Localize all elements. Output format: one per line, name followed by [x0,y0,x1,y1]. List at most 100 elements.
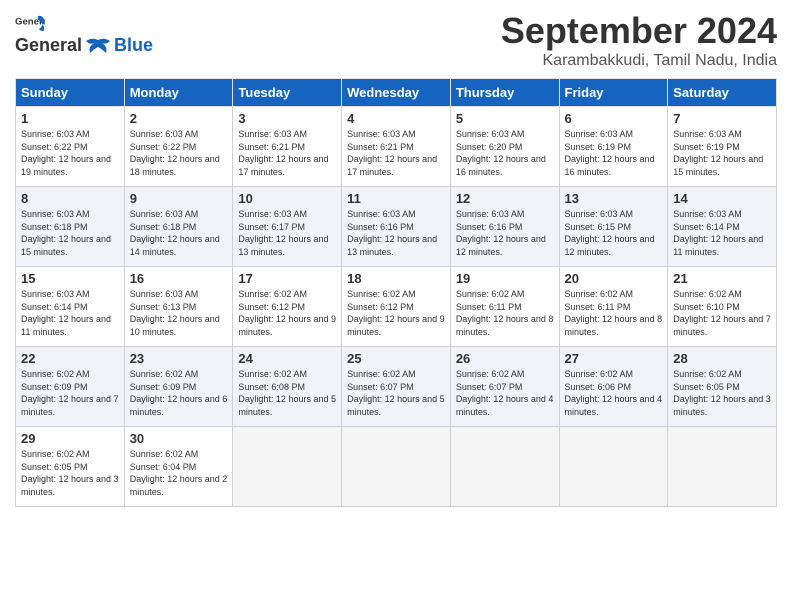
header-thursday: Thursday [450,79,559,107]
day-number: 17 [238,271,336,286]
calendar-table: Sunday Monday Tuesday Wednesday Thursday… [15,78,777,507]
page-header: General General Blue September 2024 Kara… [15,10,777,70]
day-number: 14 [673,191,771,206]
day-number: 21 [673,271,771,286]
table-row: 11 Sunrise: 6:03 AM Sunset: 6:16 PM Dayl… [342,187,451,267]
day-number: 23 [130,351,228,366]
table-row [233,427,342,507]
table-row: 28 Sunrise: 6:02 AM Sunset: 6:05 PM Dayl… [668,347,777,427]
day-info: Sunrise: 6:02 AM Sunset: 6:07 PM Dayligh… [347,369,445,417]
table-row: 18 Sunrise: 6:02 AM Sunset: 6:12 PM Dayl… [342,267,451,347]
table-row: 29 Sunrise: 6:02 AM Sunset: 6:05 PM Dayl… [16,427,125,507]
table-row [559,427,668,507]
day-number: 3 [238,111,336,126]
day-info: Sunrise: 6:02 AM Sunset: 6:06 PM Dayligh… [565,369,663,417]
table-row [342,427,451,507]
day-info: Sunrise: 6:03 AM Sunset: 6:14 PM Dayligh… [21,289,111,337]
calendar-row: 1 Sunrise: 6:03 AM Sunset: 6:22 PM Dayli… [16,107,777,187]
day-number: 18 [347,271,445,286]
location-title: Karambakkudi, Tamil Nadu, India [501,52,777,70]
day-number: 10 [238,191,336,206]
day-info: Sunrise: 6:03 AM Sunset: 6:20 PM Dayligh… [456,129,546,177]
calendar-row: 22 Sunrise: 6:02 AM Sunset: 6:09 PM Dayl… [16,347,777,427]
day-number: 28 [673,351,771,366]
day-number: 29 [21,431,119,446]
header-tuesday: Tuesday [233,79,342,107]
table-row: 6 Sunrise: 6:03 AM Sunset: 6:19 PM Dayli… [559,107,668,187]
logo-blue: Blue [114,35,153,56]
day-info: Sunrise: 6:02 AM Sunset: 6:05 PM Dayligh… [673,369,771,417]
logo-icon: General [15,15,45,33]
title-section: September 2024 Karambakkudi, Tamil Nadu,… [501,10,777,70]
day-info: Sunrise: 6:02 AM Sunset: 6:12 PM Dayligh… [347,289,445,337]
day-info: Sunrise: 6:03 AM Sunset: 6:22 PM Dayligh… [130,129,220,177]
day-info: Sunrise: 6:03 AM Sunset: 6:16 PM Dayligh… [347,209,437,257]
table-row: 21 Sunrise: 6:02 AM Sunset: 6:10 PM Dayl… [668,267,777,347]
day-number: 20 [565,271,663,286]
table-row: 20 Sunrise: 6:02 AM Sunset: 6:11 PM Dayl… [559,267,668,347]
day-number: 24 [238,351,336,366]
table-row [450,427,559,507]
day-number: 26 [456,351,554,366]
day-info: Sunrise: 6:03 AM Sunset: 6:13 PM Dayligh… [130,289,220,337]
table-row: 26 Sunrise: 6:02 AM Sunset: 6:07 PM Dayl… [450,347,559,427]
calendar-row: 29 Sunrise: 6:02 AM Sunset: 6:05 PM Dayl… [16,427,777,507]
table-row: 1 Sunrise: 6:03 AM Sunset: 6:22 PM Dayli… [16,107,125,187]
table-row: 12 Sunrise: 6:03 AM Sunset: 6:16 PM Dayl… [450,187,559,267]
table-row: 16 Sunrise: 6:03 AM Sunset: 6:13 PM Dayl… [124,267,233,347]
day-info: Sunrise: 6:02 AM Sunset: 6:09 PM Dayligh… [130,369,228,417]
day-info: Sunrise: 6:02 AM Sunset: 6:11 PM Dayligh… [456,289,554,337]
logo: General General Blue [15,10,153,56]
day-info: Sunrise: 6:02 AM Sunset: 6:08 PM Dayligh… [238,369,336,417]
day-info: Sunrise: 6:03 AM Sunset: 6:21 PM Dayligh… [347,129,437,177]
day-info: Sunrise: 6:03 AM Sunset: 6:16 PM Dayligh… [456,209,546,257]
calendar-row: 8 Sunrise: 6:03 AM Sunset: 6:18 PM Dayli… [16,187,777,267]
table-row: 4 Sunrise: 6:03 AM Sunset: 6:21 PM Dayli… [342,107,451,187]
logo-bird [84,37,112,55]
table-row: 27 Sunrise: 6:02 AM Sunset: 6:06 PM Dayl… [559,347,668,427]
day-number: 22 [21,351,119,366]
table-row: 10 Sunrise: 6:03 AM Sunset: 6:17 PM Dayl… [233,187,342,267]
table-row: 5 Sunrise: 6:03 AM Sunset: 6:20 PM Dayli… [450,107,559,187]
day-info: Sunrise: 6:03 AM Sunset: 6:15 PM Dayligh… [565,209,655,257]
table-row: 14 Sunrise: 6:03 AM Sunset: 6:14 PM Dayl… [668,187,777,267]
day-info: Sunrise: 6:03 AM Sunset: 6:19 PM Dayligh… [673,129,763,177]
logo-general: General [15,35,82,56]
table-row: 23 Sunrise: 6:02 AM Sunset: 6:09 PM Dayl… [124,347,233,427]
header-friday: Friday [559,79,668,107]
day-number: 11 [347,191,445,206]
day-number: 16 [130,271,228,286]
day-number: 6 [565,111,663,126]
day-info: Sunrise: 6:02 AM Sunset: 6:07 PM Dayligh… [456,369,554,417]
table-row: 13 Sunrise: 6:03 AM Sunset: 6:15 PM Dayl… [559,187,668,267]
day-number: 4 [347,111,445,126]
calendar-header-row: Sunday Monday Tuesday Wednesday Thursday… [16,79,777,107]
day-number: 27 [565,351,663,366]
day-info: Sunrise: 6:03 AM Sunset: 6:18 PM Dayligh… [21,209,111,257]
day-info: Sunrise: 6:02 AM Sunset: 6:05 PM Dayligh… [21,449,119,497]
day-info: Sunrise: 6:02 AM Sunset: 6:11 PM Dayligh… [565,289,663,337]
day-number: 8 [21,191,119,206]
day-number: 7 [673,111,771,126]
day-number: 2 [130,111,228,126]
table-row: 2 Sunrise: 6:03 AM Sunset: 6:22 PM Dayli… [124,107,233,187]
table-row: 25 Sunrise: 6:02 AM Sunset: 6:07 PM Dayl… [342,347,451,427]
day-info: Sunrise: 6:03 AM Sunset: 6:21 PM Dayligh… [238,129,328,177]
day-number: 5 [456,111,554,126]
day-info: Sunrise: 6:03 AM Sunset: 6:22 PM Dayligh… [21,129,111,177]
day-info: Sunrise: 6:03 AM Sunset: 6:17 PM Dayligh… [238,209,328,257]
table-row: 24 Sunrise: 6:02 AM Sunset: 6:08 PM Dayl… [233,347,342,427]
day-number: 30 [130,431,228,446]
table-row: 19 Sunrise: 6:02 AM Sunset: 6:11 PM Dayl… [450,267,559,347]
day-number: 9 [130,191,228,206]
table-row: 7 Sunrise: 6:03 AM Sunset: 6:19 PM Dayli… [668,107,777,187]
day-info: Sunrise: 6:03 AM Sunset: 6:14 PM Dayligh… [673,209,763,257]
table-row: 9 Sunrise: 6:03 AM Sunset: 6:18 PM Dayli… [124,187,233,267]
table-row: 15 Sunrise: 6:03 AM Sunset: 6:14 PM Dayl… [16,267,125,347]
header-wednesday: Wednesday [342,79,451,107]
day-info: Sunrise: 6:02 AM Sunset: 6:04 PM Dayligh… [130,449,228,497]
day-info: Sunrise: 6:03 AM Sunset: 6:18 PM Dayligh… [130,209,220,257]
header-monday: Monday [124,79,233,107]
month-title: September 2024 [501,10,777,52]
day-number: 19 [456,271,554,286]
